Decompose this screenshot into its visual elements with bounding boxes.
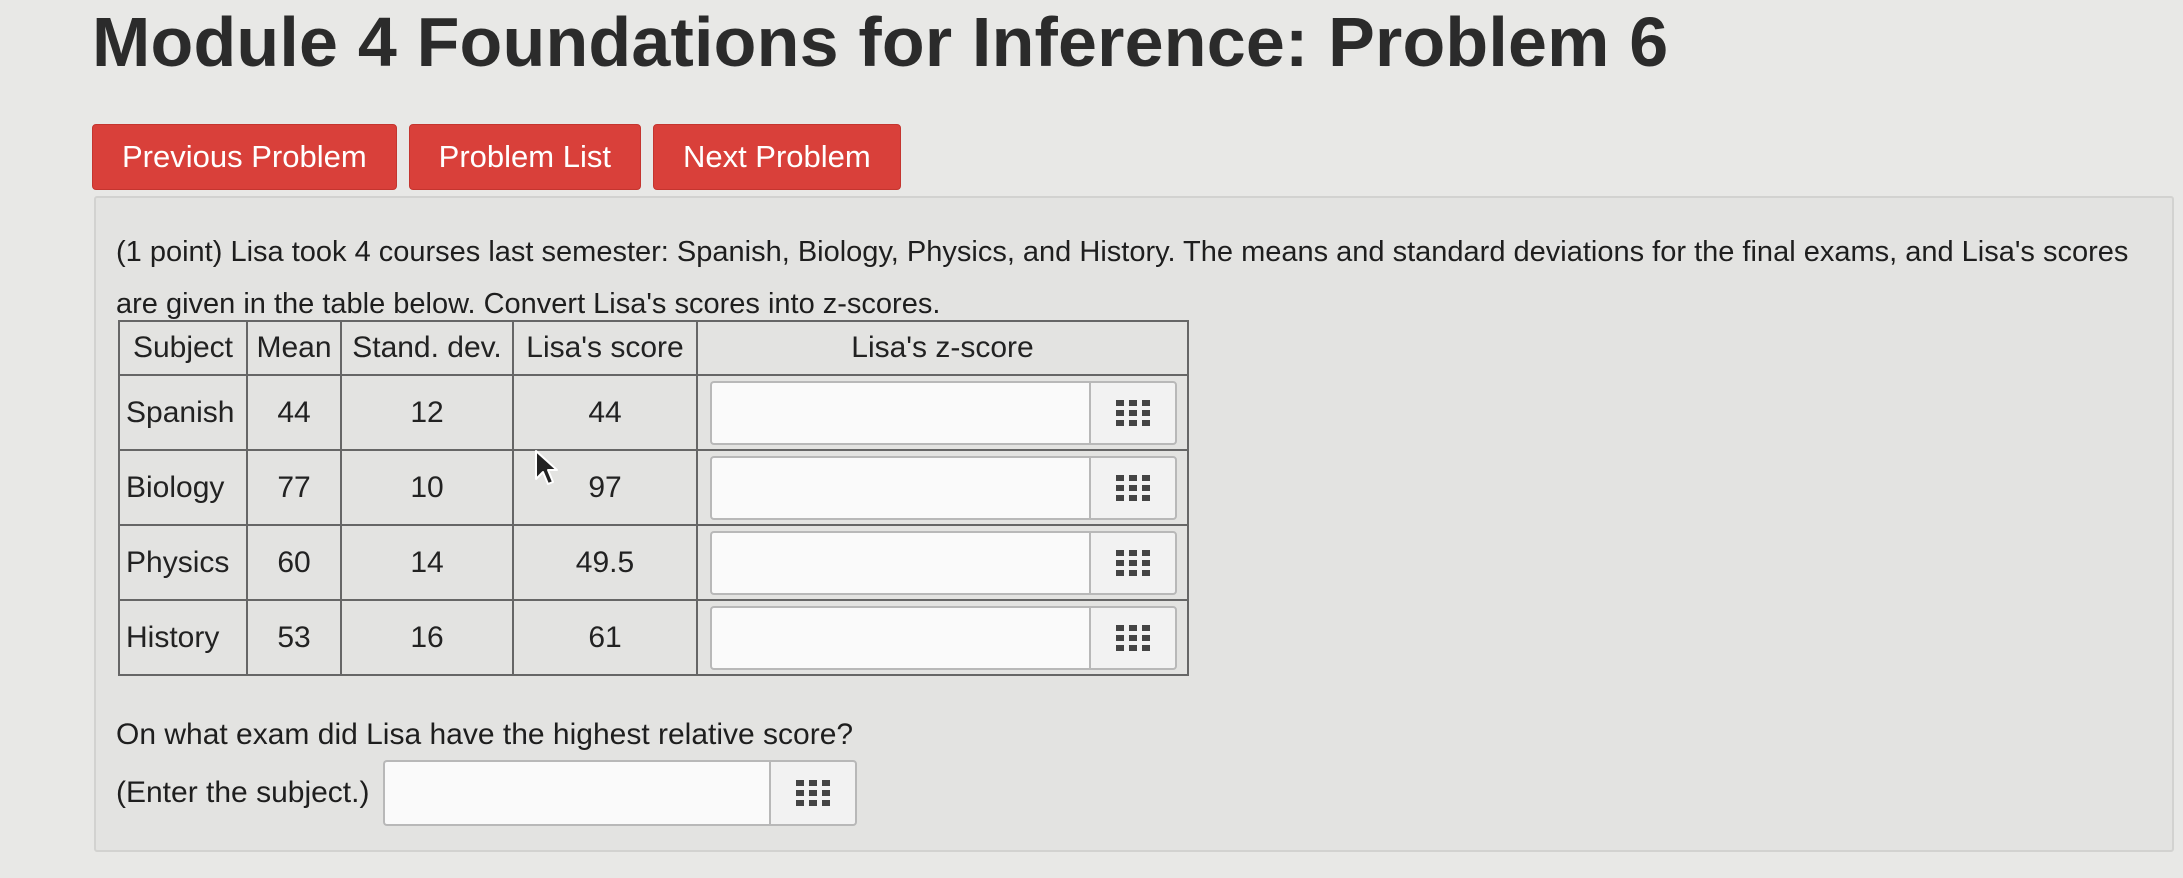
problem-list-button[interactable]: Problem List [408, 124, 641, 190]
z-score-input-physics[interactable] [710, 530, 1089, 595]
header-score: Lisa's score [512, 320, 698, 376]
equation-editor-button[interactable] [769, 760, 858, 826]
grid-icon [1116, 474, 1150, 501]
sd-cell: 14 [340, 524, 514, 601]
problem-prompt: (1 point) Lisa took 4 courses last semes… [116, 236, 2129, 320]
grid-icon [1116, 399, 1150, 426]
z-score-cell [696, 524, 1189, 601]
score-cell: 61 [512, 599, 698, 676]
grid-icon [796, 780, 831, 806]
sd-cell: 12 [340, 374, 514, 451]
header-std-dev: Stand. dev. [340, 320, 514, 376]
grid-icon [1116, 549, 1150, 576]
subject-cell: Physics [118, 524, 248, 601]
sd-cell: 10 [340, 449, 514, 526]
z-score-answer-group [710, 605, 1177, 670]
z-score-input-history[interactable] [710, 605, 1089, 670]
z-score-cell [696, 374, 1189, 451]
mean-cell: 53 [246, 599, 342, 676]
subject-answer-label: (Enter the subject.) [116, 776, 370, 809]
equation-editor-button[interactable] [1089, 605, 1177, 670]
z-score-answer-group [710, 380, 1177, 445]
subject-cell: History [118, 599, 248, 676]
grid-icon [1116, 624, 1150, 651]
subject-cell: Biology [118, 449, 248, 526]
equation-editor-button[interactable] [1089, 530, 1177, 595]
header-mean: Mean [246, 320, 342, 376]
sd-cell: 16 [340, 599, 514, 676]
header-z-score: Lisa's z-score [696, 320, 1189, 376]
next-problem-button[interactable]: Next Problem [652, 124, 901, 190]
table-row: Biology 77 10 97 [118, 449, 1189, 526]
z-score-input-spanish[interactable] [710, 380, 1089, 445]
equation-editor-button[interactable] [1089, 380, 1177, 445]
score-cell: 49.5 [512, 524, 698, 601]
subject-answer-group [383, 760, 858, 826]
equation-editor-button[interactable] [1089, 455, 1177, 520]
previous-problem-button[interactable]: Previous Problem [92, 124, 397, 190]
mouse-pointer-icon [535, 450, 558, 485]
z-score-answer-group [710, 455, 1177, 520]
follow-up-question: On what exam did Lisa have the highest r… [116, 718, 854, 751]
subject-answer-input[interactable] [383, 760, 770, 826]
page-title: Module 4 Foundations for Inference: Prob… [92, 3, 1669, 81]
scores-table: Subject Mean Stand. dev. Lisa's score Li… [118, 320, 1189, 676]
score-cell: 44 [512, 374, 698, 451]
header-subject: Subject [118, 320, 248, 376]
table-row: Physics 60 14 49.5 [118, 524, 1189, 601]
problem-nav: Previous Problem Problem List Next Probl… [92, 124, 901, 190]
z-score-cell [696, 599, 1189, 676]
table-row: Spanish 44 12 44 [118, 374, 1189, 451]
mean-cell: 60 [246, 524, 342, 601]
subject-cell: Spanish [118, 374, 248, 451]
z-score-input-biology[interactable] [710, 455, 1089, 520]
z-score-cell [696, 449, 1189, 526]
table-row: History 53 16 61 [118, 599, 1189, 676]
problem-panel: (1 point) Lisa took 4 courses last semes… [94, 196, 2174, 852]
mean-cell: 44 [246, 374, 342, 451]
mean-cell: 77 [246, 449, 342, 526]
subject-answer-row: (Enter the subject.) [116, 760, 858, 826]
z-score-answer-group [710, 530, 1177, 595]
table-header-row: Subject Mean Stand. dev. Lisa's score Li… [118, 320, 1189, 376]
